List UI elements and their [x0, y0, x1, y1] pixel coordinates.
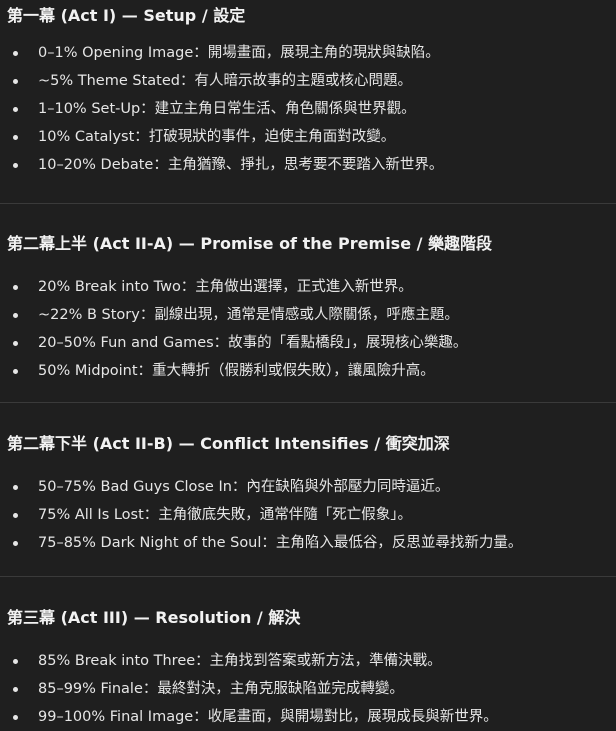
list-item-text: 85–99% Finale：最終對決，主角克服缺陷並完成轉變。	[38, 681, 404, 697]
bullet-list: 0–1% Opening Image：開場畫面，展現主角的現狀與缺陷。 ~5% …	[0, 39, 616, 179]
list-item-text: 85% Break into Three：主角找到答案或新方法，準備決戰。	[38, 653, 442, 669]
section-divider	[0, 203, 616, 204]
section-heading: 第三幕 (Act III) — Resolution / 解決	[7, 608, 301, 627]
bullet-icon	[13, 687, 18, 692]
section-heading: 第一幕 (Act I) — Setup / 設定	[7, 6, 246, 25]
list-item-text: ~5% Theme Stated：有人暗示故事的主題或核心問題。	[38, 73, 412, 89]
bullet-icon	[13, 341, 18, 346]
list-item: 50–75% Bad Guys Close In：內在缺陷與外部壓力同時逼近。	[0, 473, 616, 501]
list-item: 10–20% Debate：主角猶豫、掙扎，思考要不要踏入新世界。	[0, 151, 616, 179]
list-item: 0–1% Opening Image：開場畫面，展現主角的現狀與缺陷。	[0, 39, 616, 67]
list-item-text: 50–75% Bad Guys Close In：內在缺陷與外部壓力同時逼近。	[38, 479, 450, 495]
section-act-2b: 第二幕下半 (Act II-B) — Conflict Intensifies …	[0, 433, 616, 557]
section-divider	[0, 402, 616, 403]
bullet-icon	[13, 715, 18, 720]
bullet-list: 20% Break into Two：主角做出選擇，正式進入新世界。 ~22% …	[0, 273, 616, 385]
bullet-icon	[13, 135, 18, 140]
bullet-icon	[13, 313, 18, 318]
list-item: 85% Break into Three：主角找到答案或新方法，準備決戰。	[0, 647, 616, 675]
list-item-text: 1–10% Set-Up：建立主角日常生活、角色關係與世界觀。	[38, 101, 416, 117]
list-item: 1–10% Set-Up：建立主角日常生活、角色關係與世界觀。	[0, 95, 616, 123]
section-act-1: 第一幕 (Act I) — Setup / 設定 0–1% Opening Im…	[0, 5, 616, 179]
list-item: 50% Midpoint：重大轉折（假勝利或假失敗），讓風險升高。	[0, 357, 616, 385]
list-item: 20–50% Fun and Games：故事的「看點橋段」，展現核心樂趣。	[0, 329, 616, 357]
bullet-icon	[13, 107, 18, 112]
list-item: ~22% B Story：副線出現，通常是情感或人際關係，呼應主題。	[0, 301, 616, 329]
section-act-3: 第三幕 (Act III) — Resolution / 解決 85% Brea…	[0, 607, 616, 731]
bullet-icon	[13, 659, 18, 664]
list-item: 20% Break into Two：主角做出選擇，正式進入新世界。	[0, 273, 616, 301]
bullet-list: 50–75% Bad Guys Close In：內在缺陷與外部壓力同時逼近。 …	[0, 473, 616, 557]
section-divider	[0, 576, 616, 577]
bullet-list: 85% Break into Three：主角找到答案或新方法，準備決戰。 85…	[0, 647, 616, 731]
section-heading: 第二幕上半 (Act II-A) — Promise of the Premis…	[7, 234, 493, 253]
list-item-text: 75% All Is Lost：主角徹底失敗，通常伴隨「死亡假象」。	[38, 507, 413, 523]
document: 第一幕 (Act I) — Setup / 設定 0–1% Opening Im…	[0, 0, 616, 727]
list-item-text: 0–1% Opening Image：開場畫面，展現主角的現狀與缺陷。	[38, 45, 440, 61]
list-item: 75% All Is Lost：主角徹底失敗，通常伴隨「死亡假象」。	[0, 501, 616, 529]
list-item: 85–99% Finale：最終對決，主角克服缺陷並完成轉變。	[0, 675, 616, 703]
bullet-icon	[13, 51, 18, 56]
list-item-text: 20% Break into Two：主角做出選擇，正式進入新世界。	[38, 279, 413, 295]
bullet-icon	[13, 79, 18, 84]
list-item-text: 50% Midpoint：重大轉折（假勝利或假失敗），讓風險升高。	[38, 363, 435, 379]
list-item: 10% Catalyst：打破現狀的事件，迫使主角面對改變。	[0, 123, 616, 151]
bullet-icon	[13, 285, 18, 290]
bullet-icon	[13, 485, 18, 490]
bullet-icon	[13, 163, 18, 168]
list-item-text: 99–100% Final Image：收尾畫面，與開場對比，展現成長與新世界。	[38, 709, 498, 725]
section-heading: 第二幕下半 (Act II-B) — Conflict Intensifies …	[7, 434, 450, 453]
bullet-icon	[13, 513, 18, 518]
section-act-2a: 第二幕上半 (Act II-A) — Promise of the Premis…	[0, 233, 616, 385]
bullet-icon	[13, 541, 18, 546]
list-item-text: 10% Catalyst：打破現狀的事件，迫使主角面對改變。	[38, 129, 396, 145]
list-item-text: ~22% B Story：副線出現，通常是情感或人際關係，呼應主題。	[38, 307, 459, 323]
list-item: 75–85% Dark Night of the Soul：主角陷入最低谷，反思…	[0, 529, 616, 557]
list-item-text: 75–85% Dark Night of the Soul：主角陷入最低谷，反思…	[38, 535, 523, 551]
list-item-text: 10–20% Debate：主角猶豫、掙扎，思考要不要踏入新世界。	[38, 157, 444, 173]
list-item: ~5% Theme Stated：有人暗示故事的主題或核心問題。	[0, 67, 616, 95]
bullet-icon	[13, 369, 18, 374]
list-item-text: 20–50% Fun and Games：故事的「看點橋段」，展現核心樂趣。	[38, 335, 468, 351]
